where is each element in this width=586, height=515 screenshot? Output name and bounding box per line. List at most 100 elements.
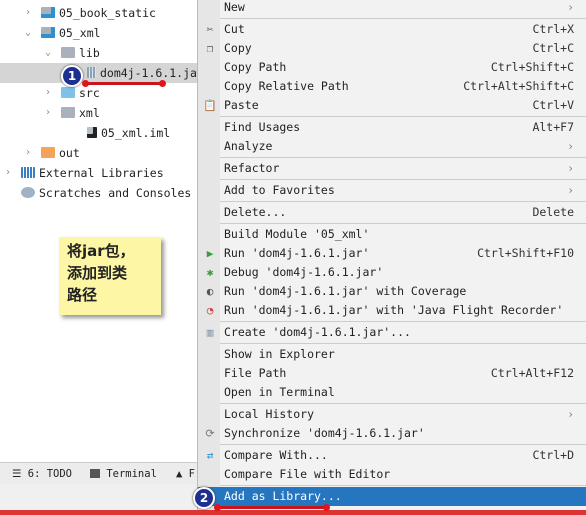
menu-item-show-in-explorer[interactable]: Show in Explorer: [198, 345, 586, 364]
problems-label: F: [188, 468, 195, 480]
terminal-label: Terminal: [106, 468, 157, 480]
menu-item-shortcut: Delete: [532, 205, 574, 219]
annotation-underline: [82, 80, 166, 87]
menu-item-label: Synchronize 'dom4j-1.6.1.jar': [224, 426, 425, 440]
step-badge-2: 2: [193, 487, 215, 509]
note-line: 路径: [67, 286, 98, 304]
menu-item-label: Run 'dom4j-1.6.1.jar' with 'Java Flight …: [224, 303, 564, 317]
out-folder-icon: [41, 147, 55, 158]
submenu-arrow-icon: ›: [567, 407, 574, 421]
compare-icon: ⇄: [206, 449, 214, 462]
jar-config-icon: ▥: [206, 326, 214, 339]
menu-item-analyze[interactable]: Analyze ›: [198, 137, 586, 156]
menu-item-shortcut: Ctrl+D: [532, 448, 574, 462]
chevron-right-icon[interactable]: ›: [25, 143, 31, 163]
menu-item-paste[interactable]: 📋 Paste Ctrl+V: [198, 96, 586, 115]
menu-item-shortcut: Ctrl+C: [532, 41, 574, 55]
chevron-right-icon[interactable]: ›: [25, 3, 31, 23]
chevron-right-icon[interactable]: ›: [5, 163, 11, 183]
tree-item-label: dom4j-1.6.1.jar: [100, 66, 204, 80]
folder-icon: [61, 47, 75, 58]
menu-item-label: Refactor: [224, 161, 280, 175]
menu-item-open-in-terminal[interactable]: Open in Terminal: [198, 383, 586, 402]
menu-item-add-to-favorites[interactable]: Add to Favorites ›: [198, 181, 586, 200]
tree-item-label: 05_xml.iml: [101, 126, 171, 140]
menu-item-label: Debug 'dom4j-1.6.1.jar': [224, 265, 384, 279]
tree-item-label: lib: [79, 46, 100, 60]
project-tree: › 05_book_static ⌄ 05_xml ⌄ lib dom4j-1.6.1.ja…: [0, 0, 204, 460]
jar-icon: [87, 67, 96, 78]
menu-item-label: Run 'dom4j-1.6.1.jar': [224, 246, 370, 260]
menu-item-synchronize-dom4j-1-6-1-jar[interactable]: ⟳ Synchronize 'dom4j-1.6.1.jar': [198, 424, 586, 443]
tree-item-label: out: [59, 146, 80, 160]
menu-item-shortcut: Ctrl+X: [532, 22, 574, 36]
tree-item[interactable]: ⌄ lib: [0, 43, 200, 63]
tree-item[interactable]: ⌄ 05_xml: [0, 23, 200, 43]
terminal-tool-button[interactable]: Terminal: [90, 463, 157, 485]
menu-separator: [220, 18, 586, 19]
menu-item-label: Delete...: [224, 205, 287, 219]
menu-item-shortcut: Ctrl+Alt+Shift+C: [463, 79, 574, 93]
tree-item[interactable]: 05_xml.iml: [0, 123, 200, 143]
tool-window-bar: ☰ 6: TODO Terminal ▲ F: [0, 462, 197, 485]
menu-separator: [220, 403, 586, 404]
submenu-arrow-icon: ›: [567, 183, 574, 197]
menu-item-run-dom4j-1-6-1-jar-with-java-flight-recorder[interactable]: ◔ Run 'dom4j-1.6.1.jar' with 'Java Flight…: [198, 301, 586, 320]
chevron-right-icon[interactable]: ›: [45, 103, 51, 123]
tree-item[interactable]: › External Libraries: [0, 163, 200, 183]
menu-item-label: Add to Favorites: [224, 183, 335, 197]
tree-item[interactable]: › src: [0, 83, 200, 103]
profiler-icon: ◔: [206, 304, 214, 317]
tree-item[interactable]: › 05_book_static: [0, 3, 200, 23]
menu-item-debug-dom4j-1-6-1-jar[interactable]: ✱ Debug 'dom4j-1.6.1.jar': [198, 263, 586, 282]
chevron-down-icon[interactable]: ⌄: [45, 43, 51, 63]
menu-item-file-path[interactable]: File Path Ctrl+Alt+F12: [198, 364, 586, 383]
module-folder-icon: [41, 7, 55, 18]
context-menu: New › ✂ Cut Ctrl+X ❐ Copy Ctrl+C Copy Path Ctrl+S…: [197, 0, 586, 510]
tree-item[interactable]: Scratches and Consoles: [0, 183, 200, 203]
tree-item-label: External Libraries: [39, 166, 164, 180]
chevron-down-icon[interactable]: ⌄: [25, 23, 31, 43]
menu-item-label: Find Usages: [224, 120, 301, 134]
submenu-arrow-icon: ›: [567, 0, 574, 14]
menu-item-copy[interactable]: ❐ Copy Ctrl+C: [198, 39, 586, 58]
menu-item-copy-relative-path[interactable]: Copy Relative Path Ctrl+Alt+Shift+C: [198, 77, 586, 96]
note-line: 添加到类: [67, 264, 128, 282]
menu-item-add-as-library[interactable]: Add as Library...: [198, 487, 586, 506]
tree-item-label: Scratches and Consoles: [39, 186, 192, 200]
chevron-right-icon[interactable]: ›: [45, 83, 51, 103]
module-folder-icon: [41, 27, 55, 38]
todo-tool-button[interactable]: ☰ 6: TODO: [12, 463, 72, 485]
menu-item-label: Cut: [224, 22, 245, 36]
tree-item[interactable]: › out: [0, 143, 200, 163]
annotation-underline: [214, 504, 330, 511]
menu-item-label: File Path: [224, 366, 287, 380]
menu-item-compare-with[interactable]: ⇄ Compare With... Ctrl+D: [198, 446, 586, 465]
menu-separator: [220, 485, 586, 486]
source-folder-icon: [61, 87, 75, 98]
menu-item-run-dom4j-1-6-1-jar-with-coverage[interactable]: ◐ Run 'dom4j-1.6.1.jar' with Coverage: [198, 282, 586, 301]
problems-tool-button[interactable]: ▲ F: [176, 463, 195, 485]
menu-item-label: Compare With...: [224, 448, 328, 462]
sync-icon: ⟳: [205, 427, 215, 440]
menu-item-copy-path[interactable]: Copy Path Ctrl+Shift+C: [198, 58, 586, 77]
menu-item-label: New: [224, 0, 245, 14]
menu-item-cut[interactable]: ✂ Cut Ctrl+X: [198, 20, 586, 39]
menu-item-build-module-05-xml[interactable]: Build Module '05_xml': [198, 225, 586, 244]
menu-item-compare-file-with-editor[interactable]: Compare File with Editor: [198, 465, 586, 484]
tree-item-label: src: [79, 86, 100, 100]
menu-item-find-usages[interactable]: Find Usages Alt+F7: [198, 118, 586, 137]
menu-item-label: Copy Path: [224, 60, 287, 74]
menu-item-refactor[interactable]: Refactor ›: [198, 159, 586, 178]
menu-item-run-dom4j-1-6-1-jar[interactable]: ▶ Run 'dom4j-1.6.1.jar' Ctrl+Shift+F10: [198, 244, 586, 263]
tree-item[interactable]: dom4j-1.6.1.jar: [0, 63, 204, 83]
menu-item-label: Copy Relative Path: [224, 79, 349, 93]
menu-item-new[interactable]: New ›: [198, 0, 586, 17]
menu-item-label: Copy: [224, 41, 252, 55]
menu-item-create-dom4j-1-6-1-jar[interactable]: ▥ Create 'dom4j-1.6.1.jar'...: [198, 323, 586, 342]
menu-item-local-history[interactable]: Local History ›: [198, 405, 586, 424]
tree-item[interactable]: › xml: [0, 103, 200, 123]
menu-item-delete[interactable]: Delete... Delete: [198, 203, 586, 222]
note-line: 将jar包，: [67, 242, 135, 260]
todo-label: 6: TODO: [27, 468, 73, 480]
